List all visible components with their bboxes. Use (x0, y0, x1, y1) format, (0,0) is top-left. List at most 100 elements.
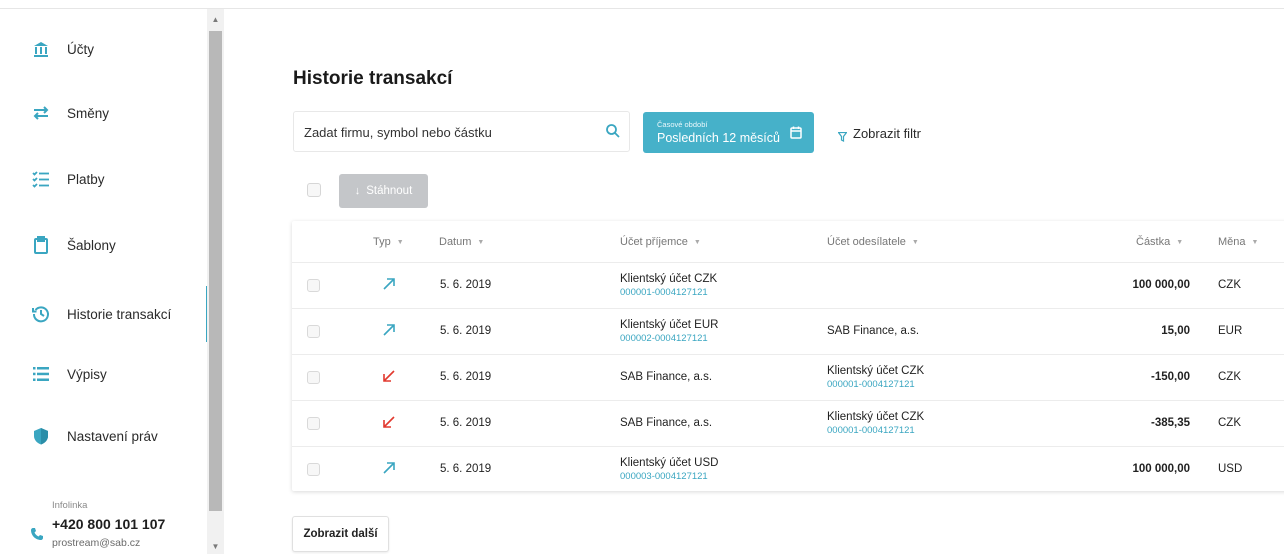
scroll-thumb[interactable] (209, 31, 222, 511)
incoming-arrow-icon (382, 323, 396, 337)
column-header-currency[interactable]: Měna ▼ (1218, 236, 1258, 248)
sidebar-item-ucty[interactable]: Účty (0, 29, 208, 69)
row-checkbox[interactable] (307, 463, 320, 476)
period-label: Časové období (657, 120, 708, 129)
sidebar-item-nastaveni-prav[interactable]: Nastavení práv (0, 416, 208, 456)
column-header-sender[interactable]: Účet odesílatele ▼ (827, 236, 919, 248)
row-checkbox[interactable] (307, 417, 320, 430)
recipient-account-number[interactable]: 000002-0004127121 (620, 333, 708, 344)
recipient-cell: Klientský účet USD (620, 457, 719, 469)
amount-cell: 100 000,00 (1132, 463, 1190, 475)
app-window: Účty Směny Platby Šablony Historie trans… (0, 0, 1284, 554)
sidebar-item-sablony[interactable]: Šablony (0, 225, 208, 265)
row-checkbox[interactable] (307, 325, 320, 338)
sidebar-item-smeny[interactable]: Směny (0, 93, 208, 133)
search-box[interactable] (293, 111, 630, 152)
table-row[interactable]: 5. 6. 2019 SAB Finance, a.s. Klientský ú… (292, 400, 1284, 446)
exchange-icon (30, 102, 52, 124)
sender-account-number[interactable]: 000001-0004127121 (827, 379, 915, 390)
scroll-down-icon[interactable]: ▼ (207, 538, 224, 554)
sort-caret-icon: ▼ (693, 238, 701, 246)
currency-cell: CZK (1218, 417, 1241, 429)
period-selector[interactable]: Časové období Posledních 12 měsíců (643, 112, 814, 153)
column-header-label: Měna (1218, 236, 1246, 248)
date-cell: 5. 6. 2019 (440, 417, 492, 429)
scroll-up-icon[interactable]: ▲ (207, 11, 224, 27)
show-more-button[interactable]: Zobrazit další (292, 516, 389, 552)
recipient-account-number[interactable]: 000001-0004127121 (620, 287, 708, 298)
table-row[interactable]: 5. 6. 2019 Klientský účet USD 000003-000… (292, 446, 1284, 492)
incoming-arrow-icon (382, 461, 396, 475)
recipient-account-number[interactable]: 000003-0004127121 (620, 471, 708, 482)
row-checkbox[interactable] (307, 279, 320, 292)
column-header-type[interactable]: Typ ▼ (373, 236, 404, 248)
date-cell: 5. 6. 2019 (440, 325, 492, 337)
amount-cell: 15,00 (1161, 325, 1190, 337)
download-button[interactable]: ↓ Stáhnout (339, 174, 428, 208)
table-row[interactable]: 5. 6. 2019 Klientský účet EUR 000002-000… (292, 308, 1284, 354)
list-icon (30, 363, 52, 385)
infoline-title: Infolinka (52, 500, 88, 511)
currency-cell: CZK (1218, 371, 1241, 383)
sidebar-item-label: Platby (67, 171, 105, 187)
column-header-date[interactable]: Datum ▼ (439, 236, 484, 248)
select-all-checkbox[interactable] (307, 183, 321, 197)
sidebar-item-label: Účty (67, 41, 94, 57)
sort-caret-icon: ▼ (911, 238, 919, 246)
table-row[interactable]: 5. 6. 2019 Klientský účet CZK 000001-000… (292, 262, 1284, 308)
sidebar-item-label: Šablony (67, 237, 116, 253)
column-header-label: Datum (439, 236, 472, 248)
currency-cell: USD (1218, 463, 1243, 475)
sidebar-scrollbar[interactable]: ▲ ▼ (207, 9, 224, 554)
transactions-table: Typ ▼ Datum ▼ Účet příjemce ▼ Účet odesílat… (292, 221, 1284, 491)
filter-icon (837, 129, 848, 142)
download-arrow-icon: ↓ (354, 185, 361, 197)
show-filter-link[interactable]: Zobrazit filtr (837, 126, 921, 142)
sender-account-number[interactable]: 000001-0004127121 (827, 425, 915, 436)
sidebar-item-label: Historie transakcí (67, 306, 172, 322)
amount-cell: 100 000,00 (1132, 279, 1190, 291)
column-header-label: Účet odesílatele (827, 236, 906, 248)
page-title: Historie transakcí (293, 68, 453, 89)
recipient-cell: Klientský účet EUR (620, 319, 719, 331)
phone-icon (30, 527, 44, 541)
row-checkbox[interactable] (307, 371, 320, 384)
download-label: Stáhnout (366, 185, 413, 197)
infoline-email[interactable]: prostream@sab.cz (52, 537, 140, 549)
date-cell: 5. 6. 2019 (440, 279, 492, 291)
infoline-phone[interactable]: +420 800 101 107 (52, 516, 165, 532)
amount-cell: -385,35 (1150, 417, 1190, 429)
recipient-cell: Klientský účet CZK (620, 273, 718, 285)
sidebar-item-label: Nastavení práv (67, 428, 158, 444)
search-input[interactable] (304, 120, 594, 144)
sender-cell: Klientský účet CZK (827, 365, 925, 377)
amount-cell: -150,00 (1150, 371, 1190, 383)
sort-caret-icon: ▼ (396, 238, 404, 246)
sidebar: Účty Směny Platby Šablony Historie trans… (0, 9, 208, 554)
sort-caret-icon: ▼ (1176, 238, 1184, 246)
sidebar-item-label: Směny (67, 105, 110, 121)
filter-label: Zobrazit filtr (853, 126, 921, 141)
sender-cell: SAB Finance, a.s. (827, 325, 920, 337)
checklist-icon (30, 168, 52, 190)
search-icon[interactable] (605, 123, 621, 139)
column-header-recipient[interactable]: Účet příjemce ▼ (620, 236, 701, 248)
date-cell: 5. 6. 2019 (440, 371, 492, 383)
column-header-amount[interactable]: Částka ▼ (1136, 236, 1183, 248)
sidebar-item-vypisy[interactable]: Výpisy (0, 354, 208, 394)
sidebar-item-platby[interactable]: Platby (0, 159, 208, 199)
recipient-cell: SAB Finance, a.s. (620, 417, 713, 429)
date-cell: 5. 6. 2019 (440, 463, 492, 475)
sidebar-item-label: Výpisy (67, 366, 107, 382)
bank-icon (30, 38, 52, 60)
calendar-icon (790, 126, 802, 139)
sidebar-item-historie[interactable]: Historie transakcí (0, 286, 208, 342)
outgoing-arrow-icon (382, 415, 396, 429)
sender-cell: Klientský účet CZK (827, 411, 925, 423)
period-value: Posledních 12 měsíců (657, 131, 780, 145)
currency-cell: EUR (1218, 325, 1243, 337)
clipboard-icon (30, 234, 52, 256)
table-row[interactable]: 5. 6. 2019 SAB Finance, a.s. Klientský ú… (292, 354, 1284, 400)
column-header-label: Částka (1136, 236, 1171, 248)
column-header-label: Účet příjemce (620, 236, 688, 248)
